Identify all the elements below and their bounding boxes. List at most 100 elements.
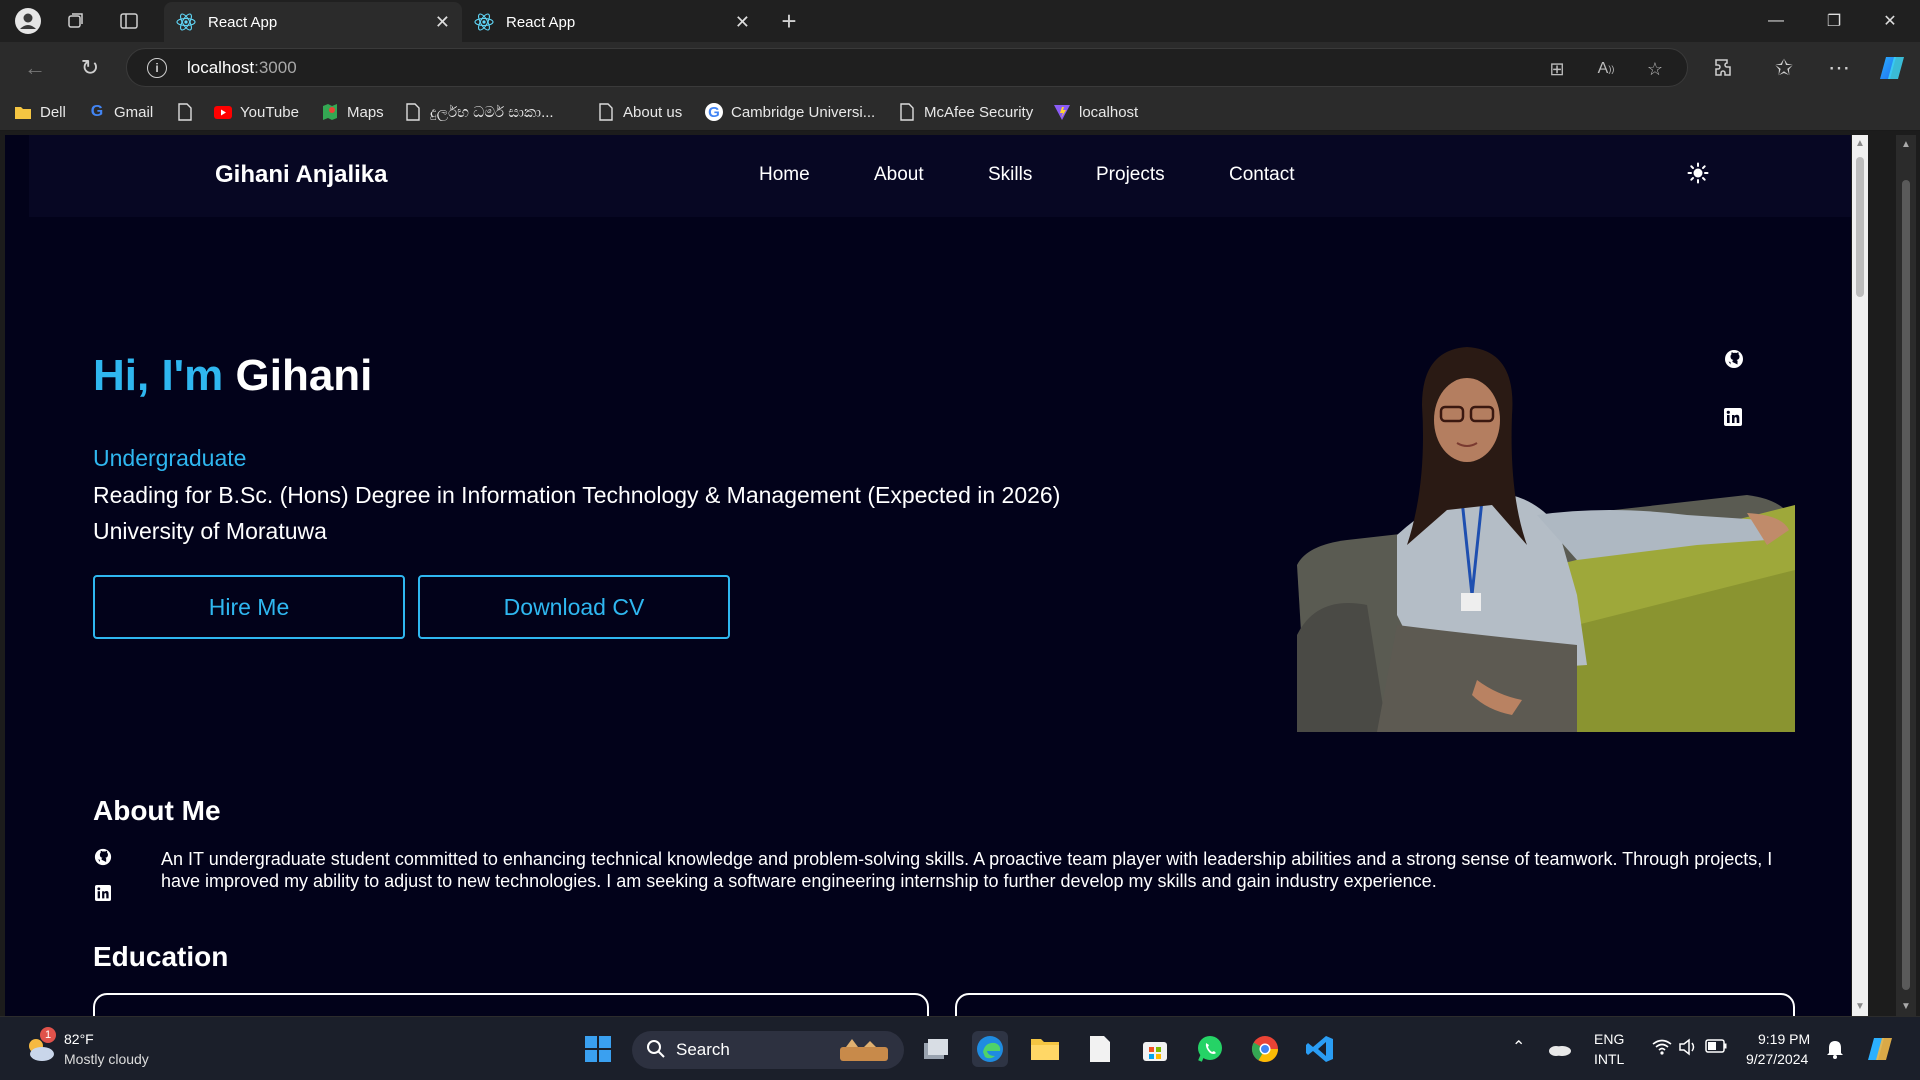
- bookmark-about-us[interactable]: About us: [597, 101, 682, 123]
- weather-temp[interactable]: 82°F: [64, 1031, 94, 1047]
- folder-icon: [14, 103, 32, 121]
- notification-bell-icon[interactable]: [1826, 1039, 1844, 1062]
- nav-about[interactable]: About: [874, 164, 924, 186]
- clock-date[interactable]: 9/27/2024: [1746, 1051, 1808, 1067]
- hire-me-button[interactable]: Hire Me: [93, 575, 405, 639]
- profile-photo: [1277, 335, 1795, 732]
- weather-desc[interactable]: Mostly cloudy: [64, 1051, 149, 1067]
- weather-badge: 1: [40, 1027, 56, 1043]
- nav-projects[interactable]: Projects: [1096, 164, 1165, 186]
- page-icon: [176, 103, 194, 121]
- file-explorer-icon[interactable]: [1027, 1031, 1063, 1067]
- app-available-icon[interactable]: ⊞: [1545, 57, 1569, 81]
- edge-taskbar-icon[interactable]: [972, 1031, 1008, 1067]
- linkedin-icon[interactable]: [1724, 408, 1744, 428]
- minimize-icon[interactable]: —: [1748, 0, 1804, 42]
- profile-icon[interactable]: [12, 5, 44, 37]
- read-aloud-icon[interactable]: A)): [1594, 57, 1618, 81]
- bookmark-maps[interactable]: Maps: [321, 101, 384, 123]
- linkedin-icon[interactable]: [95, 885, 115, 905]
- vertical-tabs-icon[interactable]: [113, 5, 145, 37]
- hero-name: Gihani: [235, 351, 373, 400]
- whatsapp-icon[interactable]: [1192, 1031, 1228, 1067]
- hero-role: Undergraduate: [93, 445, 247, 471]
- hero-greeting: Hi, I'm: [93, 351, 224, 400]
- task-view-icon[interactable]: [918, 1031, 954, 1067]
- bookmark-page[interactable]: [176, 101, 202, 123]
- browser-scrollbar[interactable]: ▲ ▼: [1896, 135, 1916, 1016]
- scroll-down-arrow-icon[interactable]: ▼: [1901, 1001, 1911, 1012]
- address-row: ← ↻ i localhost:3000 ⊞ A)) ☆ ✩ ⋯: [0, 42, 1920, 93]
- page-icon: [898, 103, 916, 121]
- copilot-taskbar-icon[interactable]: [1862, 1031, 1898, 1067]
- maps-icon: [321, 103, 339, 121]
- education-heading: Education: [93, 941, 229, 972]
- scroll-down-arrow-icon[interactable]: ▼: [1855, 1002, 1865, 1012]
- store-icon[interactable]: [1137, 1031, 1173, 1067]
- extensions-icon[interactable]: [1707, 51, 1741, 85]
- close-tab-icon[interactable]: ✕: [435, 12, 450, 33]
- search-label: Search: [676, 1040, 730, 1059]
- favorite-star-icon[interactable]: ☆: [1643, 57, 1667, 81]
- clock-time[interactable]: 9:19 PM: [1758, 1031, 1810, 1047]
- scrollbar-thumb[interactable]: [1856, 157, 1864, 297]
- address-bar[interactable]: i localhost:3000 ⊞ A)) ☆: [126, 48, 1688, 87]
- scroll-up-arrow-icon[interactable]: ▲: [1855, 139, 1865, 149]
- chrome-icon[interactable]: [1247, 1031, 1283, 1067]
- bookmark-cambridge[interactable]: G Cambridge Universi...: [705, 101, 875, 123]
- nav-contact[interactable]: Contact: [1229, 164, 1294, 186]
- wifi-icon[interactable]: [1652, 1039, 1672, 1058]
- download-cv-button[interactable]: Download CV: [418, 575, 730, 639]
- bookmark-mcafee[interactable]: McAfee Security: [898, 101, 1033, 123]
- workspaces-icon[interactable]: [60, 5, 92, 37]
- new-tab-icon[interactable]: +: [773, 5, 805, 37]
- tab-title: React App: [208, 13, 278, 31]
- restore-icon[interactable]: ❐: [1806, 0, 1862, 42]
- bookmark-youtube[interactable]: YouTube: [214, 101, 299, 123]
- close-window-icon[interactable]: ✕: [1862, 0, 1918, 42]
- site-brand[interactable]: Gihani Anjalika: [215, 161, 388, 189]
- react-icon: [176, 12, 196, 32]
- bookmarks-bar: Dell G Gmail YouTube Maps දුර්ලභ ධර්ම සා…: [0, 93, 1920, 131]
- taskbar-search[interactable]: Search: [632, 1031, 904, 1069]
- vscode-icon[interactable]: [1302, 1031, 1338, 1067]
- bookmark-dharma[interactable]: දුර්ලභ ධර්ම සාකා...: [404, 101, 554, 123]
- onedrive-icon[interactable]: [1542, 1031, 1578, 1067]
- page-icon: [404, 103, 422, 121]
- browser-scrollbar-thumb[interactable]: [1902, 180, 1910, 990]
- site-info-icon[interactable]: i: [147, 58, 167, 78]
- windows-taskbar: 1 82°F Mostly cloudy Search ⌃ ENG INTL 9…: [0, 1016, 1920, 1080]
- favorites-icon[interactable]: ✩: [1767, 51, 1801, 85]
- search-icon: [646, 1039, 666, 1064]
- back-icon[interactable]: ←: [18, 51, 52, 85]
- address-url[interactable]: localhost:3000: [187, 58, 297, 78]
- close-tab-icon[interactable]: ✕: [735, 12, 750, 33]
- lang-top[interactable]: ENG: [1594, 1031, 1624, 1047]
- tab-react-app-active[interactable]: React App ✕: [164, 2, 462, 42]
- github-icon[interactable]: [1724, 349, 1744, 369]
- battery-icon[interactable]: [1705, 1039, 1727, 1056]
- hero-university: University of Moratuwa: [93, 518, 327, 544]
- bookmark-dell[interactable]: Dell: [14, 101, 66, 123]
- lang-bottom[interactable]: INTL: [1594, 1051, 1624, 1067]
- scroll-up-arrow-icon[interactable]: ▲: [1901, 139, 1911, 150]
- bookmark-gmail[interactable]: G Gmail: [88, 101, 153, 123]
- page-icon: [597, 103, 615, 121]
- tab-react-app[interactable]: React App ✕: [462, 2, 762, 42]
- refresh-icon[interactable]: ↻: [73, 51, 107, 85]
- browser-titlebar: React App ✕ React App ✕ + — ❐ ✕: [0, 0, 1920, 42]
- volume-icon[interactable]: [1678, 1038, 1698, 1059]
- weather-icon[interactable]: 1: [20, 1027, 60, 1067]
- windows-start-icon[interactable]: [580, 1031, 616, 1067]
- bookmark-localhost[interactable]: localhost: [1053, 101, 1138, 123]
- theme-toggle-sun-icon[interactable]: [1687, 162, 1709, 184]
- github-icon[interactable]: [94, 848, 114, 868]
- page-scrollbar[interactable]: ▲ ▼: [1852, 135, 1868, 1016]
- nav-skills[interactable]: Skills: [988, 164, 1032, 186]
- notepad-icon[interactable]: [1082, 1031, 1118, 1067]
- education-card: [93, 993, 929, 1016]
- tray-overflow-chevron-icon[interactable]: ⌃: [1512, 1037, 1525, 1057]
- more-options-icon[interactable]: ⋯: [1822, 51, 1856, 85]
- copilot-icon[interactable]: [1875, 51, 1909, 85]
- nav-home[interactable]: Home: [759, 164, 810, 186]
